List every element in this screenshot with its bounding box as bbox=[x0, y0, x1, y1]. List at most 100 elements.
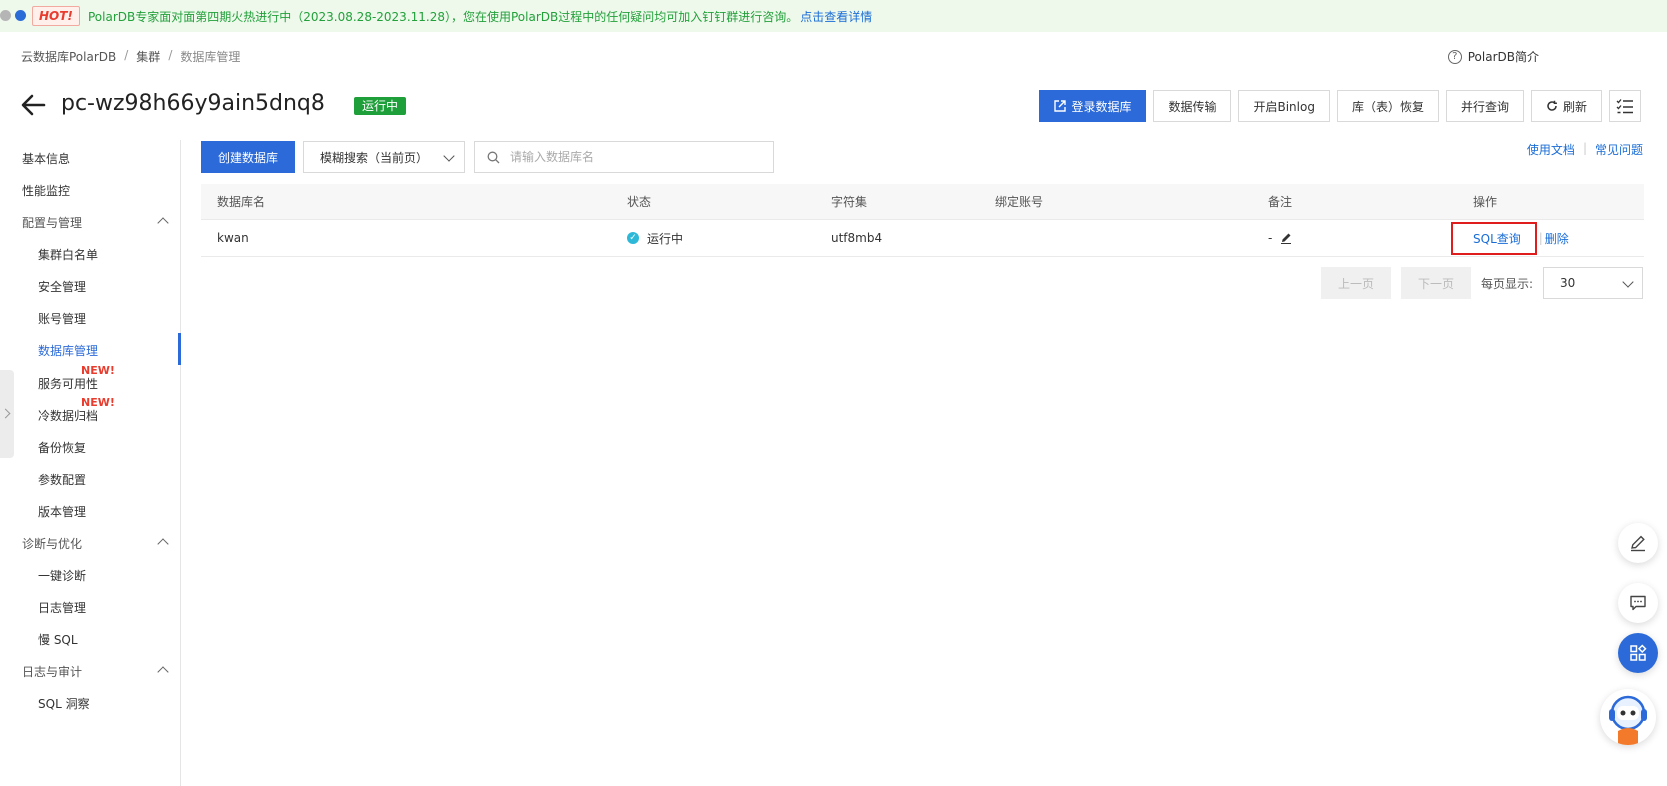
cluster-id-title: pc-wz98h66y9ain5dnq8 bbox=[61, 91, 325, 116]
data-transfer-button[interactable]: 数据传输 bbox=[1153, 90, 1232, 122]
sidebar-item-database-management[interactable]: 数据库管理 bbox=[38, 342, 98, 359]
page-size-value: 30 bbox=[1560, 276, 1576, 290]
usage-docs-link[interactable]: 使用文档 bbox=[1527, 141, 1575, 158]
column-header-name: 数据库名 bbox=[217, 195, 266, 209]
sidebar-item-log-management[interactable]: 日志管理 bbox=[38, 599, 86, 616]
hot-badge: HOT! bbox=[32, 6, 80, 26]
table-restore-button[interactable]: 库（表）恢复 bbox=[1336, 90, 1439, 122]
blue-dot-icon bbox=[15, 10, 26, 21]
banner-text: PolarDB专家面对面第四期火热进行中（2023.08.28-2023.11.… bbox=[88, 8, 872, 25]
task-list-button[interactable] bbox=[1609, 90, 1641, 122]
delete-database-button[interactable]: 删除 bbox=[1545, 230, 1569, 247]
breadcrumb-polardb[interactable]: 云数据库PolarDB bbox=[21, 48, 116, 65]
search-mode-select[interactable]: 模糊搜索（当前页） bbox=[303, 141, 465, 173]
check-circle-icon: ✓ bbox=[627, 232, 639, 244]
page-size-select[interactable]: 30 bbox=[1543, 267, 1643, 299]
database-name: kwan bbox=[217, 231, 249, 245]
parallel-query-button[interactable]: 并行查询 bbox=[1445, 90, 1524, 122]
feedback-edit-button[interactable] bbox=[1618, 523, 1658, 563]
sidebar-expand-handle[interactable] bbox=[0, 370, 14, 458]
sidebar-item-availability[interactable]: 服务可用性 bbox=[38, 375, 98, 392]
sidebar-nav bbox=[0, 140, 181, 786]
table-header: 数据库名 状态 字符集 绑定账号 备注 操作 bbox=[201, 184, 1644, 220]
edit-pencil-icon[interactable] bbox=[1280, 232, 1292, 244]
prev-page-button[interactable]: 上一页 bbox=[1320, 267, 1391, 299]
sidebar-group-config[interactable]: 配置与管理 bbox=[22, 214, 82, 231]
apps-grid-button[interactable] bbox=[1618, 633, 1658, 673]
back-arrow-icon[interactable] bbox=[20, 92, 46, 118]
column-header-actions: 操作 bbox=[1473, 195, 1498, 209]
database-table: 数据库名 状态 字符集 绑定账号 备注 操作 kwan ✓ 运行中 utf8mb… bbox=[201, 184, 1644, 257]
search-icon bbox=[487, 151, 500, 163]
breadcrumb-current: 数据库管理 bbox=[180, 50, 241, 64]
banner-message: PolarDB专家面对面第四期火热进行中（2023.08.28-2023.11.… bbox=[88, 10, 799, 24]
chat-button[interactable] bbox=[1618, 583, 1658, 623]
action-divider: | bbox=[1538, 231, 1543, 245]
checklist-icon bbox=[1616, 99, 1633, 114]
sql-query-button[interactable]: SQL查询 bbox=[1451, 221, 1537, 255]
database-status-text: 运行中 bbox=[647, 231, 684, 246]
sidebar-item-sql-insight[interactable]: SQL 洞察 bbox=[38, 695, 90, 712]
column-header-status: 状态 bbox=[627, 195, 652, 209]
column-header-remark: 备注 bbox=[1268, 195, 1293, 209]
sidebar-item-cold-archive[interactable]: 冷数据归档 bbox=[38, 407, 98, 424]
database-status: ✓ 运行中 bbox=[627, 220, 683, 256]
database-remark: - bbox=[1268, 220, 1292, 256]
apps-grid-icon bbox=[1630, 644, 1647, 661]
sidebar-item-one-click-diagnosis[interactable]: 一键诊断 bbox=[38, 567, 86, 584]
pagination: 上一页 下一页 每页显示: 30 bbox=[1320, 267, 1643, 299]
edit-icon bbox=[1631, 535, 1645, 552]
sidebar-item-slow-sql[interactable]: 慢 SQL bbox=[38, 631, 78, 648]
sidebar-group-audit[interactable]: 日志与审计 bbox=[22, 663, 82, 680]
login-database-label: 登录数据库 bbox=[1071, 99, 1132, 114]
next-page-button[interactable]: 下一页 bbox=[1400, 267, 1471, 299]
breadcrumb-separator: / bbox=[124, 48, 129, 62]
external-link-icon bbox=[1054, 100, 1067, 112]
create-database-button[interactable]: 创建数据库 bbox=[201, 141, 295, 173]
ai-assistant-avatar[interactable] bbox=[1600, 689, 1656, 745]
help-links: 使用文档 | 常见问题 bbox=[1527, 141, 1643, 158]
sidebar-item-perf-monitor[interactable]: 性能监控 bbox=[22, 182, 70, 199]
refresh-button[interactable]: 刷新 bbox=[1530, 90, 1602, 122]
table-row: kwan ✓ 运行中 utf8mb4 - SQL查询 | 删除 bbox=[201, 220, 1644, 257]
chevron-down-icon bbox=[1622, 276, 1634, 288]
cluster-status-badge: 运行中 bbox=[354, 97, 407, 115]
enable-binlog-button[interactable]: 开启Binlog bbox=[1238, 90, 1330, 122]
remark-text: - bbox=[1268, 231, 1273, 245]
column-header-charset: 字符集 bbox=[831, 195, 868, 209]
database-search-input[interactable] bbox=[510, 150, 750, 164]
faq-link[interactable]: 常见问题 bbox=[1595, 141, 1643, 158]
active-indicator bbox=[178, 333, 181, 365]
sidebar-item-basic-info[interactable]: 基本信息 bbox=[22, 150, 70, 167]
sidebar-item-backup[interactable]: 备份恢复 bbox=[38, 439, 86, 456]
login-database-button[interactable]: 登录数据库 bbox=[1039, 90, 1147, 122]
breadcrumb: 云数据库PolarDB / 集群 / 数据库管理 bbox=[21, 48, 240, 65]
banner-details-link[interactable]: 点击查看详情 bbox=[800, 10, 872, 24]
sidebar-item-whitelist[interactable]: 集群白名单 bbox=[38, 246, 98, 263]
breadcrumb-cluster[interactable]: 集群 bbox=[136, 48, 160, 65]
database-charset: utf8mb4 bbox=[831, 231, 883, 245]
chat-bubble-icon bbox=[1630, 595, 1646, 611]
robot-assistant-icon bbox=[1609, 695, 1647, 745]
announcement-banner: HOT! PolarDB专家面对面第四期火热进行中（2023.08.28-202… bbox=[0, 0, 1667, 32]
sidebar-group-diagnosis[interactable]: 诊断与优化 bbox=[22, 535, 82, 552]
column-header-account: 绑定账号 bbox=[995, 195, 1044, 209]
link-divider: | bbox=[1582, 141, 1587, 155]
row-actions: SQL查询 | 删除 bbox=[1451, 220, 1569, 256]
question-circle-icon: ? bbox=[1447, 49, 1462, 64]
search-mode-value: 模糊搜索（当前页） bbox=[320, 150, 429, 165]
toolbar: 登录数据库 数据传输 开启Binlog 库（表）恢复 并行查询 刷新 bbox=[1039, 90, 1641, 122]
polardb-intro-link[interactable]: ? PolarDB简介 bbox=[1447, 48, 1539, 65]
refresh-label: 刷新 bbox=[1562, 99, 1587, 114]
refresh-icon bbox=[1547, 100, 1557, 111]
breadcrumb-separator: / bbox=[168, 48, 173, 62]
grey-dot-icon bbox=[0, 10, 11, 21]
sidebar-item-accounts[interactable]: 账号管理 bbox=[38, 310, 86, 327]
chevron-down-icon bbox=[443, 150, 455, 162]
database-search-box bbox=[474, 141, 774, 173]
sidebar-item-version[interactable]: 版本管理 bbox=[38, 503, 86, 520]
sidebar-item-security[interactable]: 安全管理 bbox=[38, 278, 86, 295]
sidebar-item-parameters[interactable]: 参数配置 bbox=[38, 471, 86, 488]
page-size-label: 每页显示: bbox=[1480, 276, 1533, 291]
polardb-intro-label: PolarDB简介 bbox=[1467, 50, 1539, 64]
